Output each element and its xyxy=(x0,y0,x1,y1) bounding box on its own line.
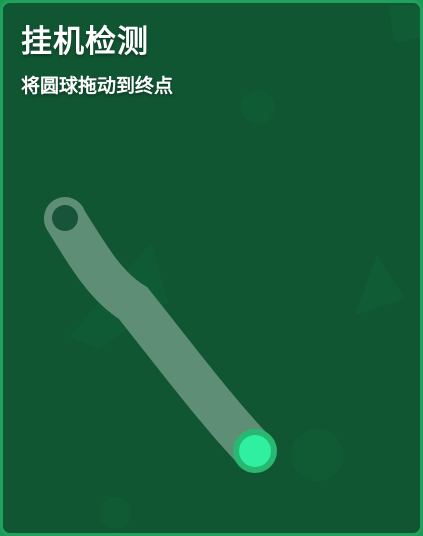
decor-triangle-right xyxy=(355,255,405,315)
start-hole xyxy=(52,205,78,231)
captcha-panel: 挂机检测 将圆球拖动到终点 xyxy=(0,0,423,536)
start-marker xyxy=(44,197,86,239)
decor-square-top-right xyxy=(388,5,420,43)
ball-icon[interactable] xyxy=(239,435,271,467)
decor-circle-top xyxy=(241,90,275,124)
captcha-instruction: 将圆球拖动到终点 xyxy=(21,75,174,97)
drag-ball[interactable] xyxy=(233,429,277,473)
decor-circle-bottom xyxy=(291,429,343,481)
captcha-title: 挂机检测 xyxy=(21,24,149,60)
decor-circle-bottom-left xyxy=(99,497,131,529)
